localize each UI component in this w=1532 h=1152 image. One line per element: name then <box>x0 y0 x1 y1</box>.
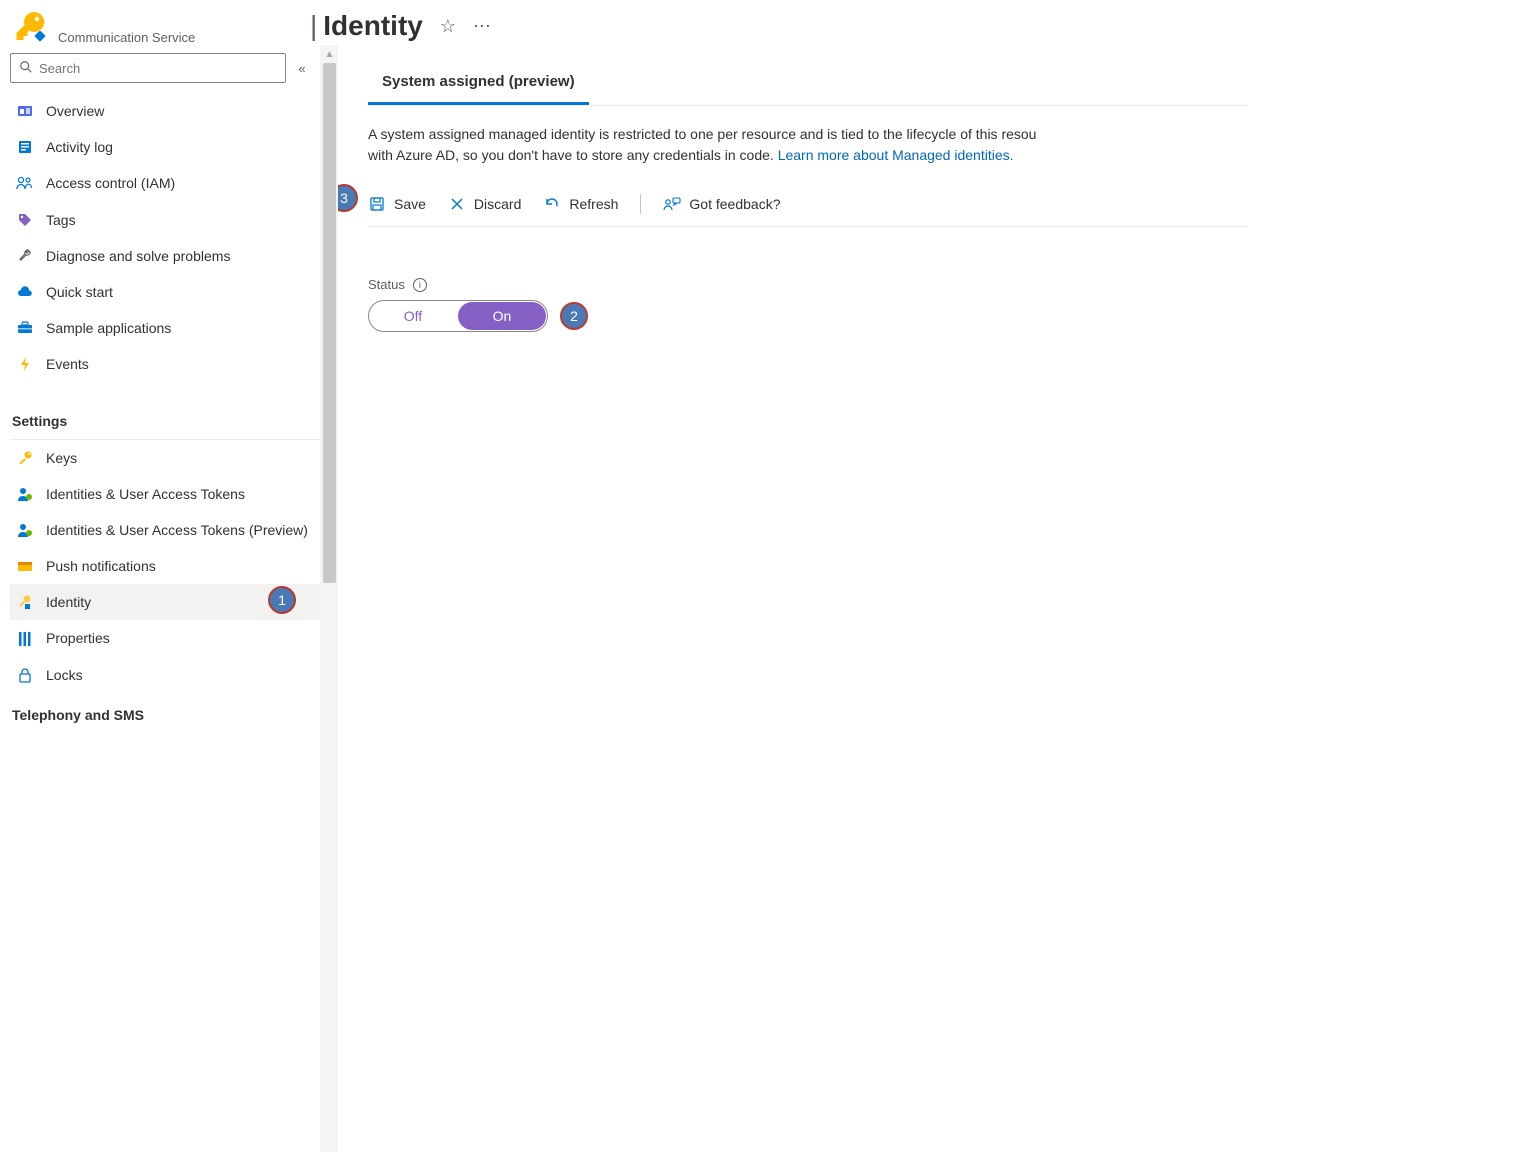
key-icon <box>14 10 46 42</box>
feedback-label: Got feedback? <box>689 196 780 212</box>
more-actions-icon[interactable]: ⋯ <box>473 17 491 35</box>
overview-icon <box>16 102 34 120</box>
status-toggle[interactable]: Off On <box>368 300 548 332</box>
tab-system-assigned[interactable]: System assigned (preview) <box>368 63 589 105</box>
sidebar-item-identities-tokens[interactable]: Identities & User Access Tokens <box>10 476 320 512</box>
sidebar-item-label: Events <box>46 355 310 373</box>
sidebar-item-label: Diagnose and solve problems <box>46 247 310 265</box>
sidebar-item-diagnose[interactable]: Diagnose and solve problems <box>10 238 320 274</box>
people-icon <box>16 174 34 192</box>
scroll-up-icon[interactable]: ▲ <box>321 45 338 63</box>
search-icon <box>19 60 33 77</box>
page-title: |Identity <box>310 10 423 42</box>
sidebar-item-identities-tokens-preview[interactable]: Identities & User Access Tokens (Preview… <box>10 512 320 548</box>
sidebar-section-settings: Settings <box>10 383 320 435</box>
person-icon <box>16 521 34 539</box>
activity-log-icon <box>16 138 34 156</box>
key-icon <box>16 449 34 467</box>
sidebar-item-label: Sample applications <box>46 319 310 337</box>
lock-icon <box>16 666 34 684</box>
identity-key-icon <box>16 593 34 611</box>
status-label-row: Status i <box>368 277 1532 292</box>
cloud-icon <box>16 283 34 301</box>
sidebar-item-label: Quick start <box>46 283 310 301</box>
scrollbar[interactable]: ▲ <box>320 45 338 1152</box>
close-icon <box>448 195 466 213</box>
callout-badge-2: 2 <box>560 302 588 330</box>
sidebar-section-telephony: Telephony and SMS <box>10 693 320 729</box>
save-label: Save <box>394 196 426 212</box>
toolbar-separator <box>640 194 641 214</box>
sidebar-item-overview[interactable]: Overview <box>10 93 320 129</box>
sidebar-item-activity-log[interactable]: Activity log <box>10 129 320 165</box>
search-box[interactable] <box>10 53 286 83</box>
sidebar-item-quick-start[interactable]: Quick start <box>10 274 320 310</box>
toggle-on-label: On <box>458 302 546 330</box>
sidebar-item-label: Push notifications <box>46 557 310 575</box>
notification-icon <box>16 557 34 575</box>
learn-more-link[interactable]: Learn more about Managed identities. <box>778 147 1014 163</box>
sidebar-item-sample-apps[interactable]: Sample applications <box>10 310 320 346</box>
discard-button[interactable]: Discard <box>448 195 521 213</box>
feedback-button[interactable]: Got feedback? <box>663 195 780 213</box>
sidebar-item-push-notifications[interactable]: Push notifications <box>10 548 320 584</box>
refresh-button[interactable]: Refresh <box>543 195 618 213</box>
scroll-thumb[interactable] <box>323 63 336 583</box>
favorite-star-icon[interactable]: ☆ <box>439 17 457 35</box>
collapse-sidebar-icon[interactable]: « <box>294 61 310 76</box>
save-button[interactable]: Save <box>368 195 426 213</box>
toolbox-icon <box>16 319 34 337</box>
sidebar-item-label: Access control (IAM) <box>46 174 310 192</box>
search-input[interactable] <box>39 61 277 76</box>
sidebar-item-identity[interactable]: Identity 1 <box>10 584 320 620</box>
discard-label: Discard <box>474 196 521 212</box>
tag-icon <box>16 211 34 229</box>
page-header: Communication Service |Identity ☆ ⋯ <box>0 0 1532 45</box>
wrench-icon <box>16 247 34 265</box>
callout-badge-3: 3 <box>338 184 358 212</box>
sidebar: « Overview Activity log Access control (… <box>0 45 320 1152</box>
person-icon <box>16 485 34 503</box>
sidebar-item-properties[interactable]: Properties <box>10 620 320 656</box>
sidebar-item-label: Keys <box>46 449 310 467</box>
properties-icon <box>16 630 34 648</box>
sidebar-item-label: Identities & User Access Tokens <box>46 485 310 503</box>
sidebar-item-tags[interactable]: Tags <box>10 202 320 238</box>
description-text: A system assigned managed identity is re… <box>368 124 1248 166</box>
person-feedback-icon <box>663 195 681 213</box>
sidebar-item-label: Activity log <box>46 138 310 156</box>
refresh-label: Refresh <box>569 196 618 212</box>
sidebar-item-label: Properties <box>46 629 310 647</box>
sidebar-item-label: Identities & User Access Tokens (Preview… <box>46 521 310 539</box>
toggle-off-label: Off <box>369 301 457 331</box>
save-icon <box>368 195 386 213</box>
sidebar-item-locks[interactable]: Locks <box>10 657 320 693</box>
tab-bar: System assigned (preview) <box>368 63 1248 106</box>
service-type-label: Communication Service <box>58 10 195 45</box>
info-icon[interactable]: i <box>413 278 427 292</box>
sidebar-item-label: Tags <box>46 211 310 229</box>
sidebar-item-label: Overview <box>46 102 310 120</box>
refresh-icon <box>543 195 561 213</box>
status-label: Status <box>368 277 405 292</box>
sidebar-item-events[interactable]: Events <box>10 346 320 382</box>
sidebar-item-label: Locks <box>46 666 310 684</box>
sidebar-item-keys[interactable]: Keys <box>10 440 320 476</box>
toolbar: 3 Save Discard Refresh Got feedback? <box>368 190 1248 227</box>
sidebar-item-access-control[interactable]: Access control (IAM) <box>10 165 320 201</box>
main-content: System assigned (preview) A system assig… <box>338 45 1532 1152</box>
lightning-icon <box>16 355 34 373</box>
